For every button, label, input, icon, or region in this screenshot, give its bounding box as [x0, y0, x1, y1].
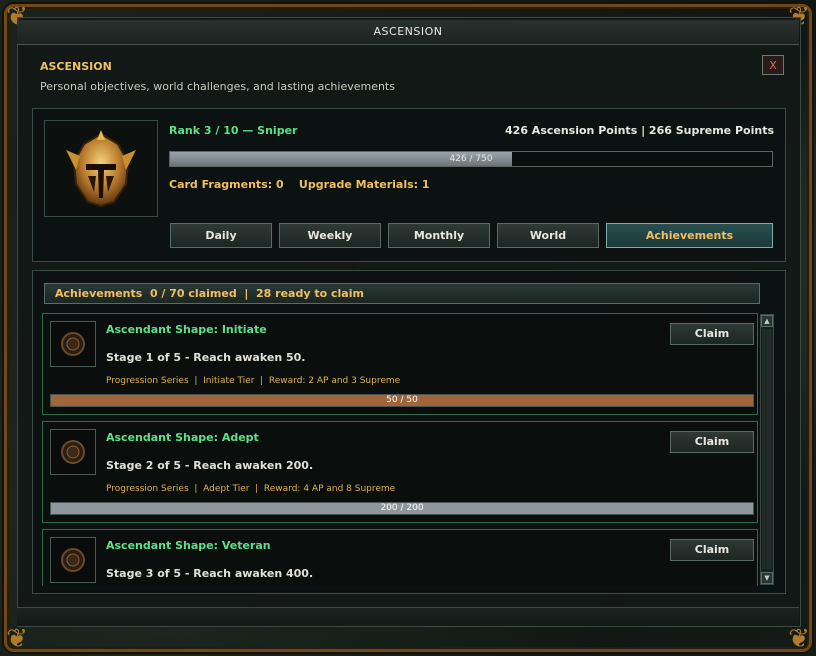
scroll-up-icon[interactable]: ▲: [761, 315, 773, 327]
page-subtitle: Personal objectives, world challenges, a…: [40, 80, 395, 93]
achievement-description: Stage 1 of 5 - Reach awaken 50.: [106, 351, 306, 364]
list-item: Ascendant Shape: Initiate Stage 1 of 5 -…: [42, 313, 758, 415]
achievement-medal-icon: [50, 321, 96, 367]
rank-text: Rank 3 / 10 — Sniper: [169, 124, 298, 137]
achievements-list: Ascendant Shape: Initiate Stage 1 of 5 -…: [42, 313, 758, 586]
rank-progress-bar: 426 / 750: [169, 151, 773, 167]
scroll-thumb[interactable]: [762, 329, 772, 569]
achievement-meta: Progression Series | Adept Tier | Reward…: [106, 484, 396, 494]
achievement-progress-bar: 200 / 200: [50, 502, 754, 515]
tab-weekly[interactable]: Weekly: [279, 223, 381, 248]
achievement-medal-icon: [50, 537, 96, 583]
achievement-title: Ascendant Shape: Initiate: [106, 323, 267, 336]
window-footer: [17, 607, 799, 626]
tab-achievements[interactable]: Achievements: [606, 223, 773, 248]
page-title: ASCENSION: [40, 60, 112, 73]
achievements-summary: Achievements 0 / 70 claimed | 28 ready t…: [44, 283, 760, 304]
achievement-progress-label: 200 / 200: [380, 503, 424, 513]
achievement-meta: Progression Series | Initiate Tier | Rew…: [106, 376, 401, 386]
rank-progress-label: 426 / 750: [449, 154, 493, 164]
achievement-progress-label: 50 / 50: [386, 395, 418, 405]
tab-world[interactable]: World: [497, 223, 599, 248]
close-button[interactable]: X: [762, 55, 784, 75]
points-summary: 426 Ascension Points | 266 Supreme Point…: [505, 124, 774, 137]
tab-daily[interactable]: Daily: [170, 223, 272, 248]
achievement-title: Ascendant Shape: Adept: [106, 431, 259, 444]
list-item: Ascendant Shape: Veteran Stage 3 of 5 - …: [42, 529, 758, 586]
claim-button[interactable]: Claim: [670, 539, 754, 561]
achievement-description: Stage 3 of 5 - Reach awaken 400.: [106, 567, 314, 580]
golden-helmet-icon: [66, 129, 136, 207]
achievement-title: Ascendant Shape: Veteran: [106, 539, 271, 552]
scroll-down-icon[interactable]: ▼: [761, 572, 773, 584]
achievement-medal-icon: [50, 429, 96, 475]
rank-emblem: [44, 120, 158, 217]
window-title: ASCENSION: [17, 20, 799, 45]
achievement-description: Stage 2 of 5 - Reach awaken 200.: [106, 459, 314, 472]
list-item: Ascendant Shape: Adept Stage 2 of 5 - Re…: [42, 421, 758, 523]
tab-monthly[interactable]: Monthly: [388, 223, 490, 248]
claim-button[interactable]: Claim: [670, 431, 754, 453]
scrollbar[interactable]: ▲ ▼: [760, 314, 774, 585]
claim-button[interactable]: Claim: [670, 323, 754, 345]
resources-text: Card Fragments: 0 Upgrade Materials: 1: [169, 178, 430, 191]
frame-ornament-icon: ❦: [6, 624, 28, 654]
frame-ornament-icon: ❦: [788, 624, 810, 654]
achievement-progress-bar: 50 / 50: [50, 394, 754, 407]
